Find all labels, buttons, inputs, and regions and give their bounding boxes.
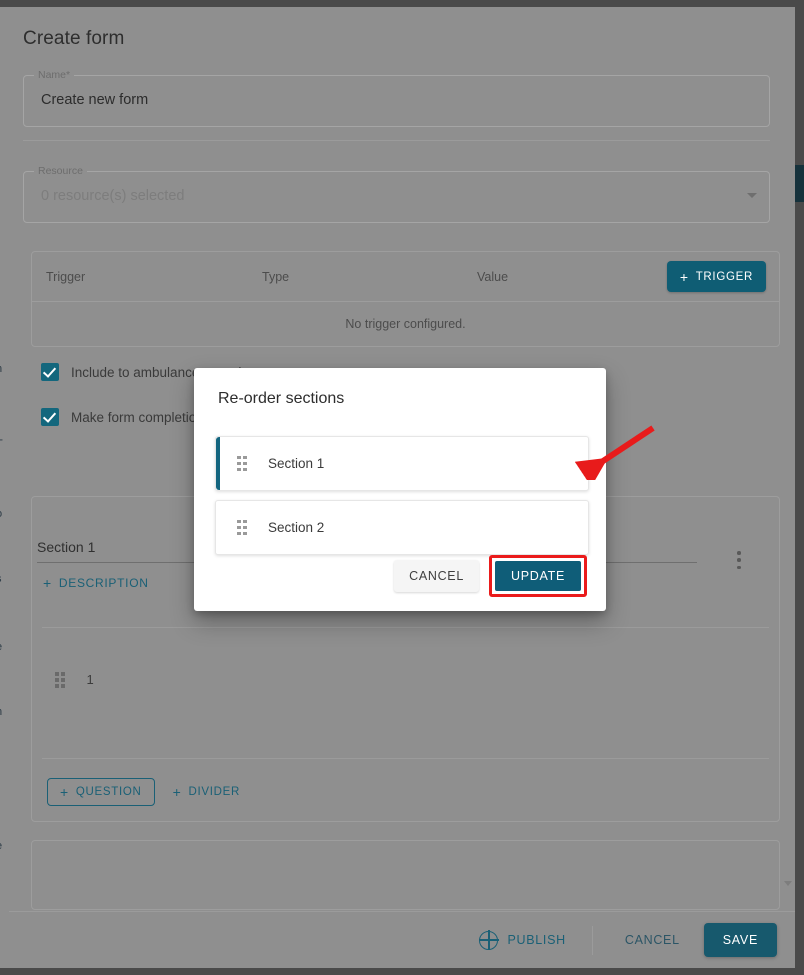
- page-title: Create form: [23, 28, 125, 49]
- add-description-button[interactable]: + DESCRIPTION: [43, 576, 149, 590]
- form-footer: PUBLISH CANCEL SAVE: [9, 911, 795, 968]
- trigger-table-header: Trigger Type Value + TRIGGER: [32, 252, 779, 302]
- name-field-value[interactable]: Create new form: [24, 76, 769, 123]
- dialog-title: Re-order sections: [218, 390, 345, 407]
- left-glyph: e: [0, 840, 2, 852]
- add-trigger-button-label: TRIGGER: [695, 270, 753, 283]
- plus-icon: +: [60, 784, 69, 800]
- next-section-placeholder-card[interactable]: [31, 840, 780, 910]
- checkbox-row-make-form-completion[interactable]: Make form completion: [41, 408, 204, 426]
- checkbox-icon[interactable]: [41, 363, 59, 381]
- column-header-trigger: Trigger: [46, 270, 86, 284]
- checkbox-label: Make form completion: [71, 409, 204, 425]
- save-button[interactable]: SAVE: [703, 923, 777, 957]
- drag-handle-icon[interactable]: [55, 672, 65, 688]
- plus-icon: +: [679, 268, 689, 285]
- divider: [42, 758, 769, 759]
- chevron-down-icon[interactable]: [747, 193, 757, 198]
- list-item[interactable]: Section 1: [215, 436, 589, 491]
- list-item-label: Section 2: [268, 520, 325, 535]
- left-glyph: n: [0, 706, 2, 718]
- left-glyph: n: [0, 363, 2, 375]
- trigger-table-empty-message: No trigger configured.: [345, 317, 466, 331]
- globe-icon: [478, 929, 500, 951]
- footer-divider: [591, 925, 593, 955]
- column-header-value: Value: [477, 270, 509, 284]
- kebab-dot: [737, 558, 741, 562]
- more-vertical-icon[interactable]: [729, 549, 749, 571]
- resource-field-value[interactable]: 0 resource(s) selected: [24, 172, 769, 219]
- dialog-actions: CANCEL UPDATE: [394, 555, 587, 597]
- name-field[interactable]: Name* Create new form: [23, 69, 770, 127]
- section-card-actions: + QUESTION + DIVIDER: [47, 778, 246, 806]
- resource-field-legend: Resource: [34, 165, 87, 177]
- scrollbar-down-arrow-icon[interactable]: [784, 881, 792, 886]
- publish-button-label: PUBLISH: [507, 933, 566, 947]
- column-header-type: Type: [262, 270, 290, 284]
- cancel-button[interactable]: CANCEL: [619, 932, 686, 948]
- divider: [42, 627, 769, 628]
- drag-handle-icon[interactable]: [237, 455, 247, 472]
- name-field-legend: Name*: [34, 69, 75, 81]
- left-glyph: T: [0, 438, 3, 450]
- right-edge-partial-widget: [795, 165, 804, 202]
- plus-icon: +: [172, 784, 182, 800]
- add-description-button-label: DESCRIPTION: [58, 576, 149, 590]
- plus-icon: +: [43, 575, 52, 591]
- add-divider-button[interactable]: + DIVIDER: [167, 778, 246, 806]
- reorder-sections-dialog: Re-order sections Section 1 Section 2 CA…: [194, 368, 606, 611]
- question-row[interactable]: 1: [55, 672, 94, 688]
- kebab-dot: [737, 565, 741, 569]
- resource-select[interactable]: Resource 0 resource(s) selected: [23, 165, 770, 223]
- divider: [23, 140, 770, 141]
- publish-button[interactable]: PUBLISH: [478, 929, 566, 951]
- left-glyph: o: [0, 508, 2, 520]
- dialog-update-button[interactable]: UPDATE: [495, 561, 581, 591]
- list-item-label: Section 1: [268, 456, 325, 471]
- left-glyph: s: [0, 573, 2, 585]
- left-edge-sliver: n T o s e n e: [0, 7, 9, 968]
- left-glyph: e: [0, 641, 2, 653]
- update-button-highlight: UPDATE: [489, 555, 587, 597]
- checkbox-icon[interactable]: [41, 408, 59, 426]
- add-question-button[interactable]: + QUESTION: [47, 778, 155, 806]
- list-item[interactable]: Section 2: [215, 500, 589, 555]
- screen-root: n T o s e n e Create form Name* Create n…: [0, 0, 804, 975]
- kebab-dot: [737, 551, 741, 555]
- reorder-sections-list: Section 1 Section 2: [215, 436, 589, 564]
- add-divider-button-label: DIVIDER: [188, 786, 240, 798]
- drag-handle-icon[interactable]: [237, 519, 247, 536]
- dialog-cancel-button[interactable]: CANCEL: [394, 560, 480, 592]
- add-question-button-label: QUESTION: [75, 786, 142, 798]
- question-number: 1: [86, 672, 94, 688]
- add-trigger-button[interactable]: + TRIGGER: [666, 261, 766, 292]
- trigger-table: Trigger Type Value + TRIGGER No trigger …: [31, 251, 780, 347]
